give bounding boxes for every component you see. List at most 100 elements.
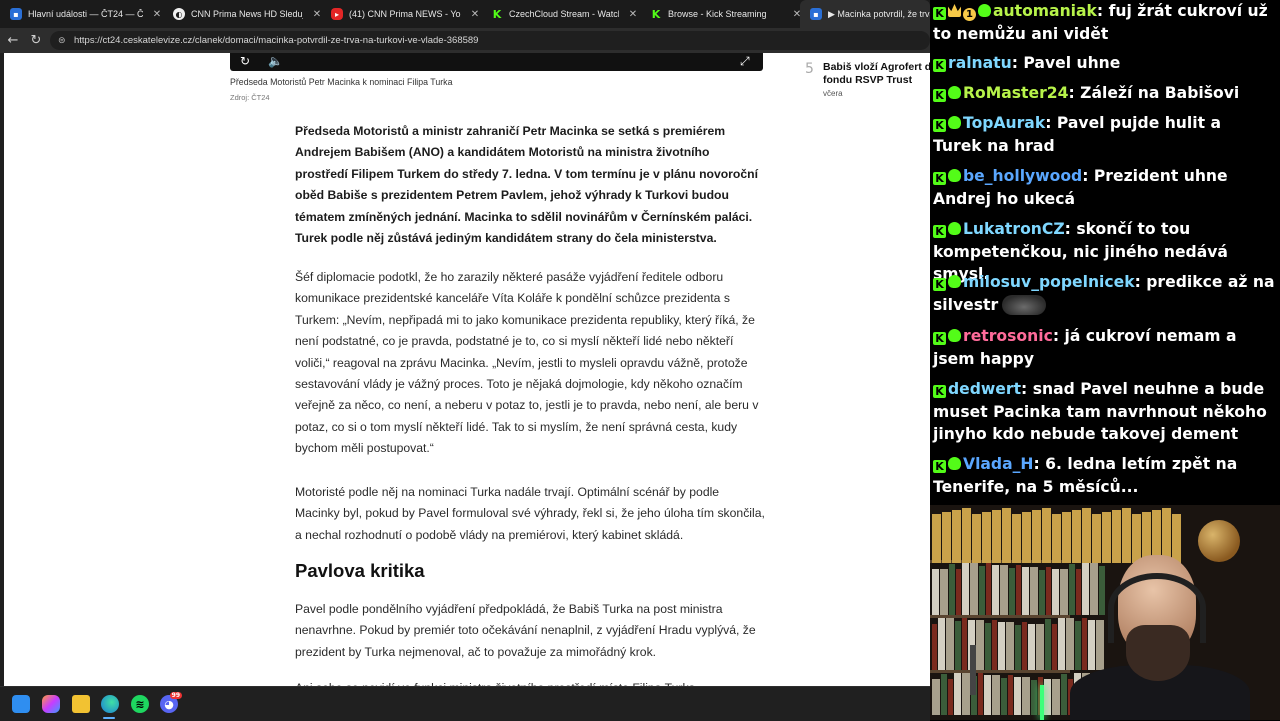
chat-message: K TopAurak: Pavel pujde hulit a Turek na … — [933, 112, 1275, 157]
chat-username[interactable]: milosuv_popelnicek — [963, 273, 1135, 291]
book-spine — [1088, 620, 1095, 670]
book-spine — [941, 674, 947, 715]
image-source: Zdroj: ČT24 — [230, 93, 270, 102]
replay-icon[interactable]: ↻ — [240, 54, 250, 68]
copilot-icon[interactable] — [42, 695, 60, 713]
chat-emote — [1002, 294, 1047, 315]
book-spine — [992, 620, 997, 670]
book-spine — [1096, 620, 1104, 670]
chat-text: Záleží na Babišovi — [1080, 84, 1240, 102]
fullscreen-icon[interactable]: ⤢ — [740, 54, 750, 69]
reload-icon[interactable]: ↻ — [27, 32, 45, 50]
chat-username[interactable]: automaniak — [993, 2, 1097, 20]
tab-title: (41) CNN Prima NEWS - YouTube — [349, 9, 461, 19]
book-spine — [946, 618, 954, 670]
chat-separator: : — [1052, 327, 1065, 345]
gift-badge-icon — [948, 116, 961, 129]
kick-badge-icon: K — [933, 119, 946, 132]
file-explorer-icon[interactable] — [72, 695, 90, 713]
book-spine — [932, 569, 939, 615]
book-spine — [1006, 622, 1014, 670]
chat-username[interactable]: be_hollywood — [963, 167, 1082, 185]
book-spine — [972, 514, 981, 563]
gift-badge-icon — [948, 169, 961, 182]
chat-username[interactable]: RoMaster24 — [963, 84, 1068, 102]
kick-badge-icon: K — [933, 385, 946, 398]
cnn-icon: ◐ — [173, 8, 185, 20]
url-text[interactable]: https://ct24.ceskatelevize.cz/clanek/dom… — [74, 35, 478, 46]
book-spine — [986, 563, 991, 615]
book-spine — [1031, 680, 1037, 715]
book-spine — [979, 566, 985, 615]
headphones — [1108, 573, 1206, 643]
book-spine — [1000, 565, 1008, 615]
book-spine — [1008, 675, 1013, 715]
tab-czechcloud[interactable]: K CzechCloud Stream - Watch Live o ✕ — [481, 0, 641, 28]
book-spine — [970, 563, 978, 615]
related-time: včera — [823, 89, 843, 98]
windows-start-icon[interactable] — [12, 695, 30, 713]
book-spine — [932, 514, 941, 563]
video-player-controls[interactable]: ↻ 🔈 ⤢ — [230, 53, 763, 71]
kick-badge-icon: K — [933, 172, 946, 185]
book-spine — [992, 675, 1000, 715]
tab-youtube[interactable]: ▸ (41) CNN Prima NEWS - YouTube ✕ — [321, 0, 483, 28]
webcam-feed — [930, 505, 1280, 720]
tab-title: Browse - Kick Streaming — [668, 9, 767, 19]
tab-title: CNN Prima News HD Sledujte na S — [191, 9, 303, 19]
book-spine — [1066, 618, 1074, 670]
chat-separator: : — [1082, 167, 1094, 185]
kick-badge-icon: K — [933, 460, 946, 473]
spotify-icon[interactable]: ≋ — [131, 695, 149, 713]
kick-badge-icon: K — [933, 278, 946, 291]
book-spine — [949, 564, 955, 615]
book-spine — [962, 673, 970, 715]
web-page: ↻ 🔈 ⤢ Předseda Motoristů Petr Macinka k … — [4, 53, 930, 686]
edge-browser-icon[interactable] — [101, 695, 119, 713]
site-info-icon[interactable]: ⊜ — [58, 36, 68, 46]
book-spine — [992, 565, 999, 615]
rgb-light — [1040, 685, 1044, 720]
chat-username[interactable]: retrosonic — [963, 327, 1053, 345]
back-arrow-icon[interactable]: ← — [4, 32, 22, 50]
chat-username[interactable]: TopAurak — [963, 114, 1045, 132]
tab-ct24-hlavni[interactable]: ▪ Hlavní události — ČT24 — Česká t ✕ — [0, 0, 165, 28]
book-spine — [1022, 622, 1027, 670]
tab-title: CzechCloud Stream - Watch Live o — [509, 9, 619, 19]
book-spine — [1082, 508, 1091, 563]
ct24-icon: ▪ — [810, 8, 822, 20]
book-spine — [1075, 621, 1081, 670]
book-spine — [976, 620, 984, 670]
ct24-icon: ▪ — [10, 8, 22, 20]
kick-badge-icon: K — [933, 225, 946, 238]
book-spine — [932, 679, 940, 715]
close-icon[interactable]: ✕ — [625, 9, 641, 20]
related-number: 5 — [805, 61, 814, 77]
book-spine — [962, 508, 971, 563]
tab-bar: ▪ Hlavní události — ČT24 — Česká t ✕ ◐ C… — [0, 0, 930, 28]
related-title[interactable]: Babiš vloží Agrofert do fondu RSVP Trust — [823, 61, 930, 87]
address-bar: ← ↻ ⊜ https://ct24.ceskatelevize.cz/clan… — [0, 28, 930, 53]
book-spine — [1042, 508, 1051, 563]
taskbar: ≋ ◕ 99 — [0, 686, 930, 721]
article-paragraph: Motoristé podle něj na nominaci Turka na… — [295, 485, 765, 542]
book-spine — [942, 512, 951, 563]
kick-badge-icon: K — [933, 59, 946, 72]
chat-username[interactable]: ralnatu — [948, 54, 1012, 72]
chat-message: Kbe_hollywood: Prezident uhne Andrej ho … — [933, 165, 1275, 210]
chat-username[interactable]: LukatronCZ — [963, 220, 1065, 238]
article-paragraph: Pavel podle pondělního vyjádření předpok… — [295, 602, 756, 659]
book-spine — [1015, 625, 1021, 670]
tab-macinka-article[interactable]: ▪ ▶ Macinka potvrdil, že trvá na — [800, 0, 930, 28]
tab-kick-browse[interactable]: K Browse - Kick Streaming ✕ — [640, 0, 805, 28]
book-spine — [1072, 510, 1081, 563]
book-spine — [956, 569, 961, 615]
book-spine — [1099, 566, 1105, 615]
volume-icon[interactable]: 🔈 — [268, 54, 283, 68]
chat-username[interactable]: Vlada_H — [963, 455, 1033, 473]
tab-cnn-prima[interactable]: ◐ CNN Prima News HD Sledujte na S ✕ — [163, 0, 325, 28]
chat-username[interactable]: dedwert — [948, 380, 1021, 398]
book-spine — [932, 624, 937, 670]
discord-icon[interactable]: ◕ 99 — [160, 692, 182, 713]
url-field[interactable]: ⊜ https://ct24.ceskatelevize.cz/clanek/d… — [50, 31, 930, 50]
